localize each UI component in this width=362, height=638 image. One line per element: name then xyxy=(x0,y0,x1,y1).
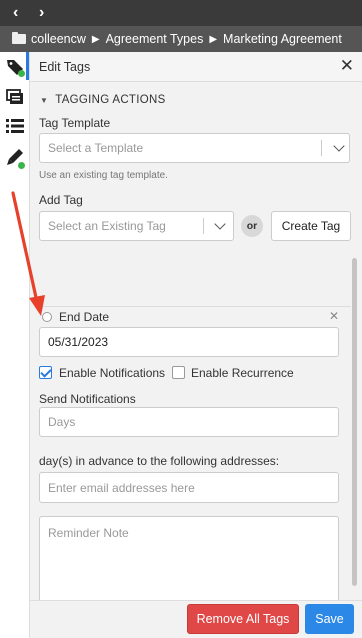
section-toggle-tagging-actions[interactable]: ▼ TAGGING ACTIONS xyxy=(40,94,166,106)
documents-icon[interactable] xyxy=(4,86,26,108)
tag-template-placeholder: Select a Template xyxy=(48,141,144,155)
chevron-down-icon xyxy=(214,218,226,230)
save-button[interactable]: Save xyxy=(305,604,354,634)
sidebar-rail xyxy=(0,52,30,638)
create-tag-button[interactable]: Create Tag xyxy=(271,211,351,241)
remove-all-tags-button[interactable]: Remove All Tags xyxy=(187,604,299,634)
list-icon[interactable] xyxy=(4,115,26,137)
tag-template-label: Tag Template xyxy=(39,116,111,130)
panel-scrollbar[interactable] xyxy=(352,258,358,588)
panel-header: Edit Tags ✕ xyxy=(30,52,362,82)
folder-icon xyxy=(12,32,26,44)
days-input[interactable]: Days xyxy=(39,407,339,437)
advance-days-text: day(s) in advance to the following addre… xyxy=(39,454,280,468)
status-dot xyxy=(18,162,25,169)
breadcrumb-item-marketing-agreement[interactable]: Marketing Agreement xyxy=(223,32,342,46)
days-placeholder: Days xyxy=(48,415,76,429)
status-dot xyxy=(18,70,25,77)
breadcrumb-separator-icon: ▶ xyxy=(91,33,100,45)
chevron-down-icon: ▼ xyxy=(40,95,49,105)
tag-template-hint: Use an existing tag template. xyxy=(39,170,168,181)
add-tag-label: Add Tag xyxy=(39,193,83,207)
reminder-placeholder: Reminder Note xyxy=(48,526,129,540)
existing-tag-select[interactable]: Select an Existing Tag xyxy=(39,211,234,241)
existing-tag-placeholder: Select an Existing Tag xyxy=(48,219,166,233)
send-notifications-label: Send Notifications xyxy=(39,392,136,406)
end-date-label: End Date xyxy=(59,310,110,324)
tag-details-scroll-area[interactable]: End Date ✕ 05/31/2023 Enable Notificatio… xyxy=(30,306,362,632)
end-date-radio[interactable] xyxy=(42,312,52,322)
enable-recurrence-label: Enable Recurrence xyxy=(191,366,294,380)
chevron-down-icon xyxy=(333,140,345,152)
scrollbar-thumb[interactable] xyxy=(352,258,357,586)
email-addresses-input[interactable]: Enter email addresses here xyxy=(39,472,339,503)
breadcrumb-item-user[interactable]: colleencw xyxy=(31,32,86,46)
chevron-right-icon[interactable]: › xyxy=(39,4,44,22)
panel-footer: Remove All Tags Save xyxy=(30,600,362,638)
breadcrumb-item-agreement-types[interactable]: Agreement Types xyxy=(106,32,204,46)
section-title: TAGGING ACTIONS xyxy=(55,94,166,106)
top-nav-bar: ‹ › xyxy=(0,0,362,26)
enable-recurrence-checkbox[interactable] xyxy=(172,366,185,379)
end-date-value: 05/31/2023 xyxy=(48,335,109,349)
or-separator: or xyxy=(241,215,263,237)
chevron-left-icon[interactable]: ‹ xyxy=(13,4,18,22)
tag-template-select[interactable]: Select a Template xyxy=(39,133,350,163)
edit-tags-panel: Edit Tags ✕ ▼ TAGGING ACTIONS Tag Templa… xyxy=(30,52,362,638)
remove-tag-close-icon[interactable]: ✕ xyxy=(329,309,339,323)
enable-notifications-label: Enable Notifications xyxy=(59,366,166,380)
breadcrumb-separator-icon: ▶ xyxy=(209,33,218,45)
breadcrumb: colleencw ▶ Agreement Types ▶ Marketing … xyxy=(0,26,362,52)
panel-title: Edit Tags xyxy=(39,60,91,74)
end-date-input[interactable]: 05/31/2023 xyxy=(39,327,339,357)
active-tab-indicator xyxy=(26,52,29,80)
close-icon[interactable]: ✕ xyxy=(340,57,354,75)
email-placeholder: Enter email addresses here xyxy=(48,480,195,495)
enable-notifications-checkbox[interactable] xyxy=(39,366,52,379)
